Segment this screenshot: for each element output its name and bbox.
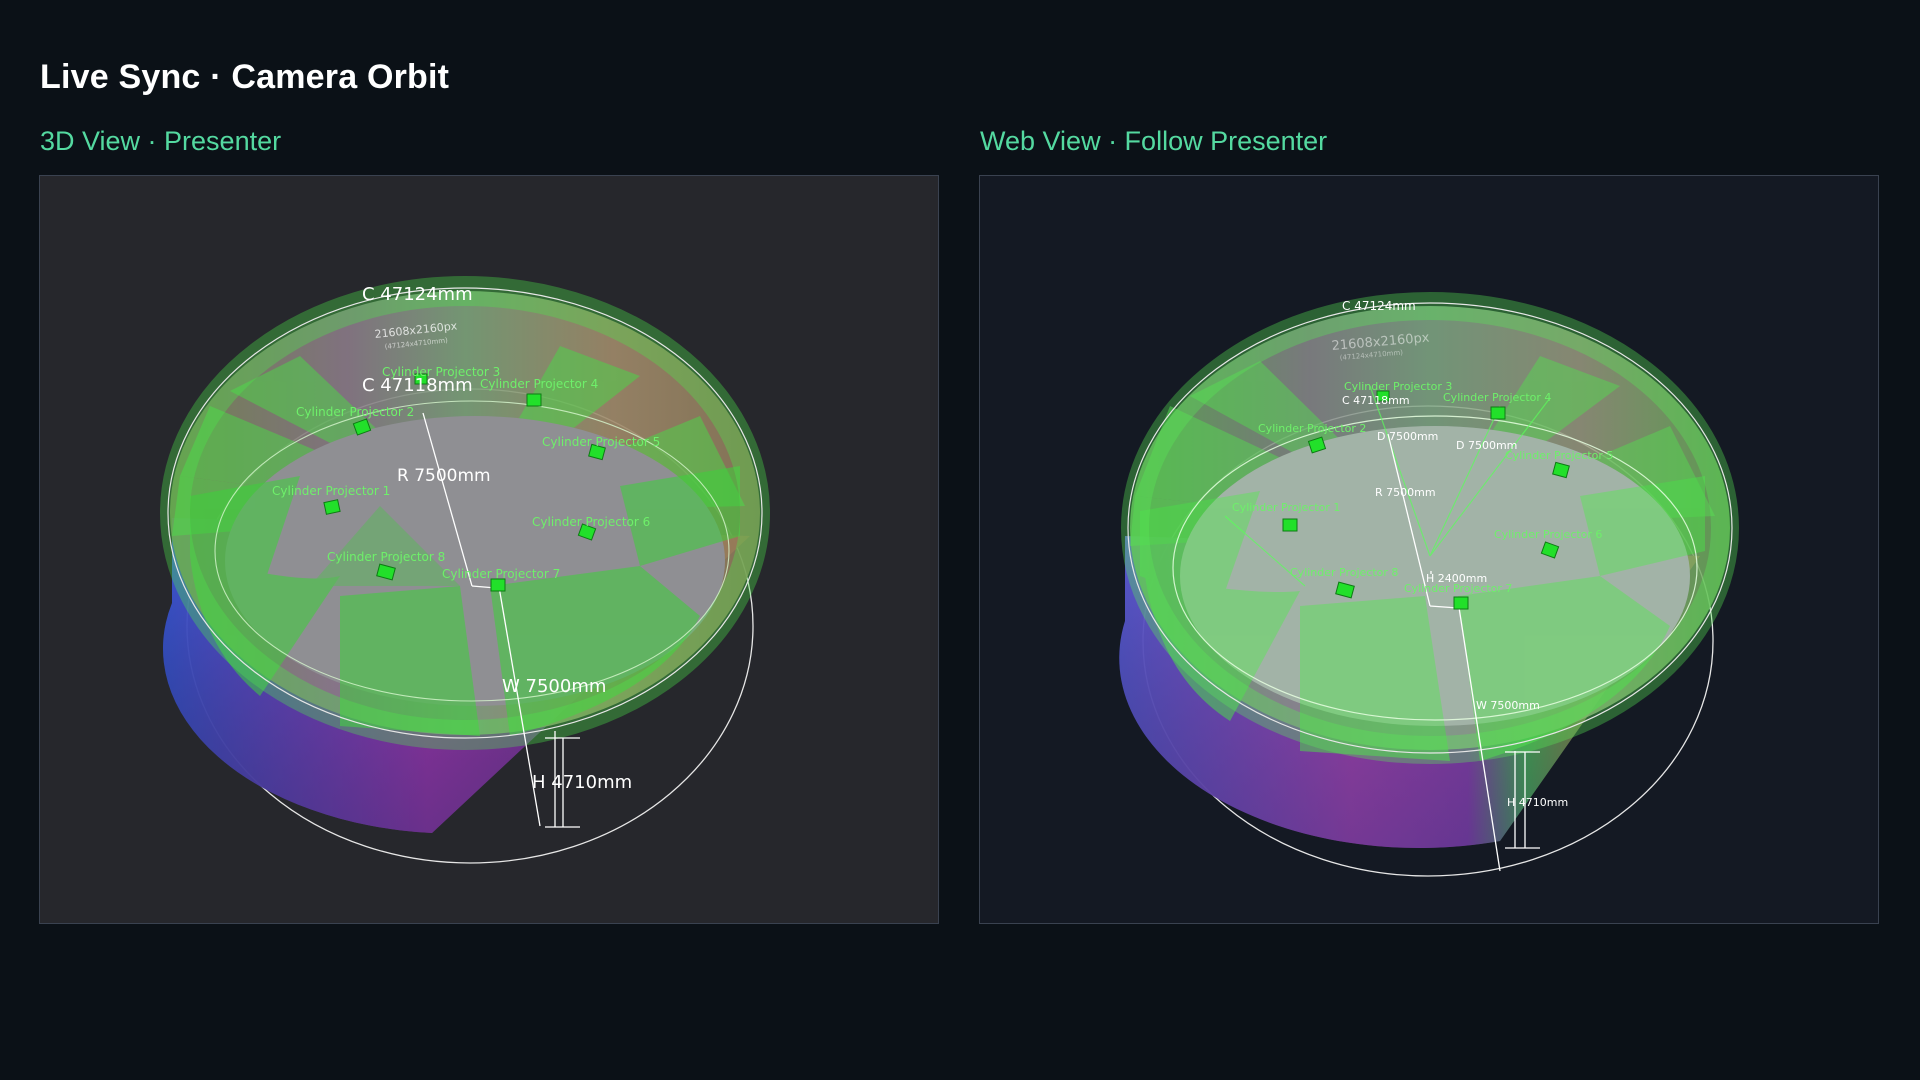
radius-label: R 7500mm xyxy=(397,466,491,486)
width-label: W 7500mm xyxy=(502,676,606,697)
projector-label-7[interactable]: Cylinder Projector 7 xyxy=(1404,582,1512,595)
web-view-viewport[interactable]: C 47124mm 21608x2160px (47124x4710mm) C … xyxy=(979,175,1879,924)
projector-label-5[interactable]: Cylinder Projector 5 xyxy=(1505,449,1613,462)
projector-label-8[interactable]: Cylinder Projector 8 xyxy=(327,550,445,564)
projector-label-8[interactable]: Cylinder Projector 8 xyxy=(1290,566,1398,579)
projector-label-6[interactable]: Cylinder Projector 6 xyxy=(1494,528,1602,541)
projector-label-7[interactable]: Cylinder Projector 7 xyxy=(442,567,560,581)
inner-circumference-label: C 47118mm xyxy=(1342,394,1410,407)
cylinder-scene-web-view[interactable]: C 47124mm 21608x2160px (47124x4710mm) C … xyxy=(980,176,1879,924)
outer-circumference-label: C 47124mm xyxy=(1342,299,1416,313)
outer-circumference-label: C 47124mm xyxy=(362,284,473,305)
panel-label-web-view: Web View · Follow Presenter xyxy=(980,126,1328,156)
cylinder-scene-presenter[interactable]: C 47124mm 21608x2160px (47124x4710mm) C … xyxy=(40,176,939,924)
3d-view-viewport[interactable]: C 47124mm 21608x2160px (47124x4710mm) C … xyxy=(39,175,939,924)
projector-label-1[interactable]: Cylinder Projector 1 xyxy=(272,484,390,498)
projector-label-4[interactable]: Cylinder Projector 4 xyxy=(480,377,598,391)
page: Live Sync · Camera Orbit 3D View · Prese… xyxy=(0,0,1920,1080)
height-label: H 4710mm xyxy=(532,772,632,793)
projector-label-6[interactable]: Cylinder Projector 6 xyxy=(532,515,650,529)
panel-label-presenter: 3D View · Presenter xyxy=(40,126,282,156)
diameter-label-a: D 7500mm xyxy=(1377,430,1438,443)
page-title: Live Sync · Camera Orbit xyxy=(40,58,450,96)
projector-label-2[interactable]: Cylinder Projector 2 xyxy=(296,405,414,419)
projector-label-3[interactable]: Cylinder Projector 3 xyxy=(1344,380,1452,393)
projector-label-1[interactable]: Cylinder Projector 1 xyxy=(1232,501,1340,514)
radius-label: R 7500mm xyxy=(1375,486,1436,499)
projector-label-4[interactable]: Cylinder Projector 4 xyxy=(1443,391,1551,404)
width-label: W 7500mm xyxy=(1476,699,1540,712)
projector-label-2[interactable]: Cylinder Projector 2 xyxy=(1258,422,1366,435)
projector-label-5[interactable]: Cylinder Projector 5 xyxy=(542,435,660,449)
height-label: H 4710mm xyxy=(1507,796,1568,809)
